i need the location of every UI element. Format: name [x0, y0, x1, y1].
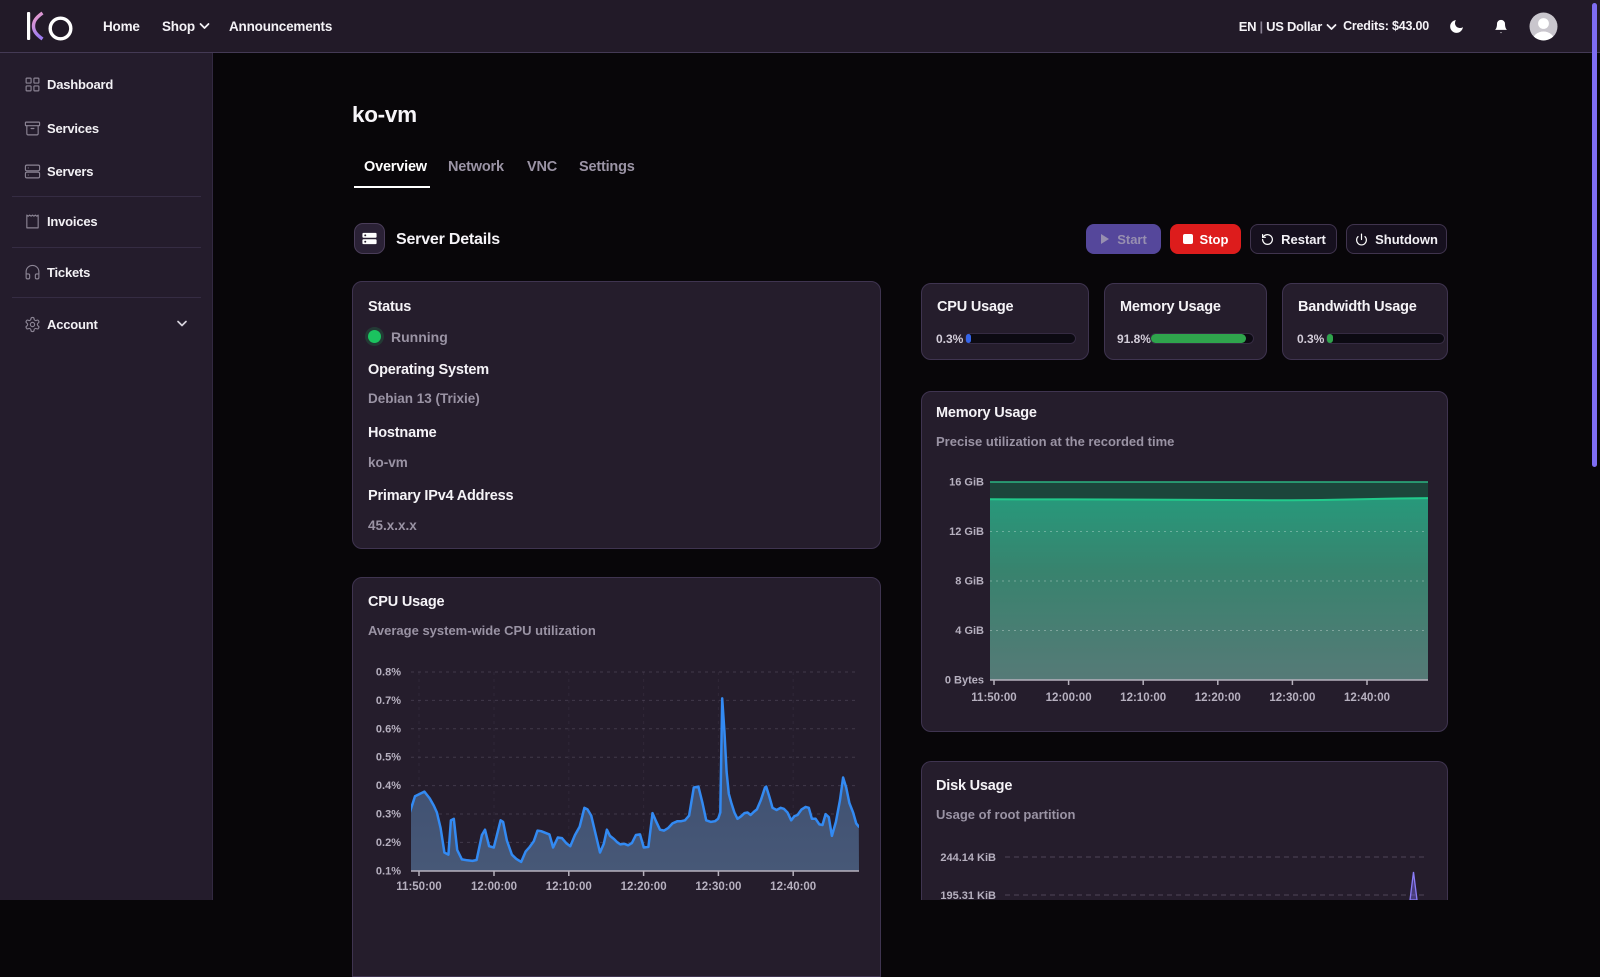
svg-text:12:00:00: 12:00:00	[471, 881, 517, 893]
svg-text:8 GiB: 8 GiB	[955, 576, 984, 588]
svg-text:0.5%: 0.5%	[376, 752, 401, 764]
svg-text:0 Bytes: 0 Bytes	[945, 675, 984, 687]
svg-text:12:10:00: 12:10:00	[546, 881, 592, 893]
svg-text:12:40:00: 12:40:00	[770, 881, 816, 893]
svg-text:12:20:00: 12:20:00	[621, 881, 667, 893]
svg-text:11:50:00: 11:50:00	[971, 692, 1016, 704]
svg-text:0.3%: 0.3%	[376, 809, 401, 821]
svg-text:11:50:00: 11:50:00	[396, 881, 441, 893]
svg-text:4 GiB: 4 GiB	[955, 625, 984, 637]
svg-text:0.2%: 0.2%	[376, 837, 401, 849]
svg-text:12:20:00: 12:20:00	[1195, 692, 1241, 704]
svg-text:12:10:00: 12:10:00	[1120, 692, 1166, 704]
svg-text:195.31 KiB: 195.31 KiB	[940, 890, 996, 900]
svg-text:0.4%: 0.4%	[376, 780, 401, 792]
svg-text:0.6%: 0.6%	[376, 723, 401, 735]
svg-text:12 GiB: 12 GiB	[949, 526, 984, 538]
svg-text:0.8%: 0.8%	[376, 667, 401, 679]
svg-text:12:30:00: 12:30:00	[695, 881, 741, 893]
svg-text:16 GiB: 16 GiB	[949, 477, 984, 489]
svg-text:0.1%: 0.1%	[376, 865, 401, 877]
svg-text:12:30:00: 12:30:00	[1269, 692, 1315, 704]
svg-text:0.7%: 0.7%	[376, 695, 401, 707]
svg-text:244.14 KiB: 244.14 KiB	[940, 852, 996, 864]
svg-text:12:00:00: 12:00:00	[1046, 692, 1092, 704]
svg-text:12:40:00: 12:40:00	[1344, 692, 1390, 704]
